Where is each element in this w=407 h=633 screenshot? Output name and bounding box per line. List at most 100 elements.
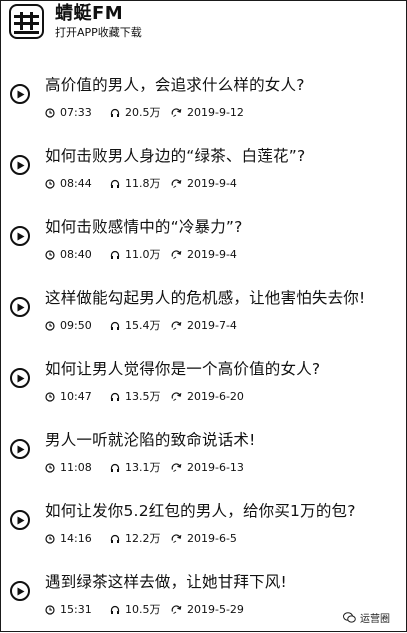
play-count: 20.5万 bbox=[110, 106, 161, 120]
episode-item[interactable]: 如何让发你5.2红包的男人，给你买1万的包? 14:16 12.2万 2019-6-5 bbox=[1, 491, 406, 562]
update-icon bbox=[171, 250, 182, 259]
duration-text: 10:47 bbox=[60, 390, 92, 403]
update-icon bbox=[171, 321, 182, 330]
play-button[interactable] bbox=[10, 510, 30, 530]
duration: 08:40 bbox=[45, 248, 92, 262]
play-count-text: 10.5万 bbox=[125, 603, 161, 616]
publish-date-text: 2019-6-13 bbox=[187, 461, 244, 474]
play-button[interactable] bbox=[10, 297, 30, 317]
play-count-text: 20.5万 bbox=[125, 106, 161, 119]
play-button[interactable] bbox=[10, 84, 30, 104]
app-name: 蜻蜓FM bbox=[55, 3, 124, 24]
play-button[interactable] bbox=[10, 439, 30, 459]
play-count: 12.2万 bbox=[110, 532, 161, 546]
play-count-text: 13.1万 bbox=[125, 461, 161, 474]
play-count: 13.5万 bbox=[110, 390, 161, 404]
headphones-icon bbox=[110, 605, 120, 614]
duration: 10:47 bbox=[45, 390, 92, 404]
play-icon bbox=[17, 90, 25, 99]
headphones-icon bbox=[110, 108, 120, 117]
update-icon bbox=[171, 392, 182, 401]
clock-icon bbox=[45, 463, 55, 473]
publish-date: 2019-6-5 bbox=[171, 532, 237, 546]
episode-title[interactable]: 遇到绿茶这样去做，让她甘拜下风! bbox=[45, 571, 287, 593]
play-button[interactable] bbox=[10, 226, 30, 246]
publish-date-text: 2019-9-12 bbox=[187, 106, 244, 119]
publish-date-text: 2019-6-20 bbox=[187, 390, 244, 403]
duration: 11:08 bbox=[45, 461, 92, 475]
open-app-prompt[interactable]: 打开APP收藏下载 bbox=[55, 26, 142, 39]
clock-icon bbox=[45, 392, 55, 402]
episode-title[interactable]: 高价值的男人，会追求什么样的女人? bbox=[45, 74, 305, 96]
headphones-icon bbox=[110, 534, 120, 543]
duration-text: 09:50 bbox=[60, 319, 92, 332]
headphones-icon bbox=[110, 321, 120, 330]
clock-icon bbox=[45, 321, 55, 331]
episode-title[interactable]: 如何让男人觉得你是一个高价值的女人? bbox=[45, 358, 320, 380]
clock-icon bbox=[45, 534, 55, 544]
play-icon bbox=[17, 445, 25, 454]
play-icon bbox=[17, 374, 25, 383]
play-count-text: 11.8万 bbox=[125, 177, 161, 190]
duration: 14:16 bbox=[45, 532, 92, 546]
publish-date: 2019-9-4 bbox=[171, 177, 237, 191]
publish-date-text: 2019-7-4 bbox=[187, 319, 237, 332]
headphones-icon bbox=[110, 463, 120, 472]
play-count: 15.4万 bbox=[110, 319, 161, 333]
clock-icon bbox=[45, 108, 55, 118]
publish-date-text: 2019-9-4 bbox=[187, 177, 237, 190]
play-icon bbox=[17, 516, 25, 525]
play-count-text: 13.5万 bbox=[125, 390, 161, 403]
page-frame: 蜻蜓FM 打开APP收藏下载 高价值的男人，会追求什么样的女人? 07:33 20.… bbox=[0, 0, 407, 632]
clock-icon bbox=[45, 250, 55, 260]
watermark-text: 运营圈 bbox=[360, 614, 390, 625]
app-logo-icon bbox=[9, 4, 44, 39]
play-count: 10.5万 bbox=[110, 603, 161, 617]
play-count-text: 12.2万 bbox=[125, 532, 161, 545]
update-icon bbox=[171, 463, 182, 472]
play-icon bbox=[17, 161, 25, 170]
play-icon bbox=[17, 232, 25, 241]
episode-item[interactable]: 男人一听就沦陷的致命说话术! 11:08 13.1万 2019-6-13 bbox=[1, 420, 406, 491]
episode-item[interactable]: 这样做能勾起男人的危机感，让他害怕失去你! 09:50 15.4万 2019-7-4 bbox=[1, 278, 406, 349]
episode-title[interactable]: 男人一听就沦陷的致命说话术! bbox=[45, 429, 256, 451]
play-count: 13.1万 bbox=[110, 461, 161, 475]
episode-item[interactable]: 如何让男人觉得你是一个高价值的女人? 10:47 13.5万 2019-6-20 bbox=[1, 349, 406, 420]
play-count-text: 11.0万 bbox=[125, 248, 161, 261]
play-button[interactable] bbox=[10, 368, 30, 388]
episode-item[interactable]: 如何击败感情中的“冷暴力”? 08:40 11.0万 2019-9-4 bbox=[1, 207, 406, 278]
publish-date: 2019-5-29 bbox=[171, 603, 244, 617]
watermark: 运营圈 bbox=[343, 610, 390, 625]
play-count: 11.8万 bbox=[110, 177, 161, 191]
duration: 08:44 bbox=[45, 177, 92, 191]
headphones-icon bbox=[110, 392, 120, 401]
play-icon bbox=[17, 303, 25, 312]
publish-date: 2019-6-20 bbox=[171, 390, 244, 404]
episode-item[interactable]: 高价值的男人，会追求什么样的女人? 07:33 20.5万 2019-9-12 bbox=[1, 65, 406, 136]
headphones-icon bbox=[110, 179, 120, 188]
update-icon bbox=[171, 534, 182, 543]
duration-text: 11:08 bbox=[60, 461, 92, 474]
update-icon bbox=[171, 179, 182, 188]
publish-date: 2019-9-4 bbox=[171, 248, 237, 262]
duration-text: 15:31 bbox=[60, 603, 92, 616]
duration-text: 08:44 bbox=[60, 177, 92, 190]
episode-title[interactable]: 如何击败男人身边的“绿茶、白莲花”? bbox=[45, 145, 305, 167]
publish-date: 2019-9-12 bbox=[171, 106, 244, 120]
duration-text: 08:40 bbox=[60, 248, 92, 261]
clock-icon bbox=[45, 605, 55, 615]
publish-date-text: 2019-6-5 bbox=[187, 532, 237, 545]
update-icon bbox=[171, 108, 182, 117]
play-button[interactable] bbox=[10, 581, 30, 601]
update-icon bbox=[171, 605, 182, 614]
episode-title[interactable]: 如何击败感情中的“冷暴力”? bbox=[45, 216, 243, 238]
app-banner[interactable]: 蜻蜓FM 打开APP收藏下载 bbox=[1, 1, 406, 45]
play-button[interactable] bbox=[10, 155, 30, 175]
duration: 15:31 bbox=[45, 603, 92, 617]
episode-title[interactable]: 这样做能勾起男人的危机感，让他害怕失去你! bbox=[45, 287, 365, 309]
publish-date: 2019-7-4 bbox=[171, 319, 237, 333]
episode-title[interactable]: 如何让发你5.2红包的男人，给你买1万的包? bbox=[45, 500, 356, 522]
play-icon bbox=[17, 587, 25, 596]
wechat-icon bbox=[343, 612, 356, 623]
episode-item[interactable]: 如何击败男人身边的“绿茶、白莲花”? 08:44 11.8万 2019-9-4 bbox=[1, 136, 406, 207]
